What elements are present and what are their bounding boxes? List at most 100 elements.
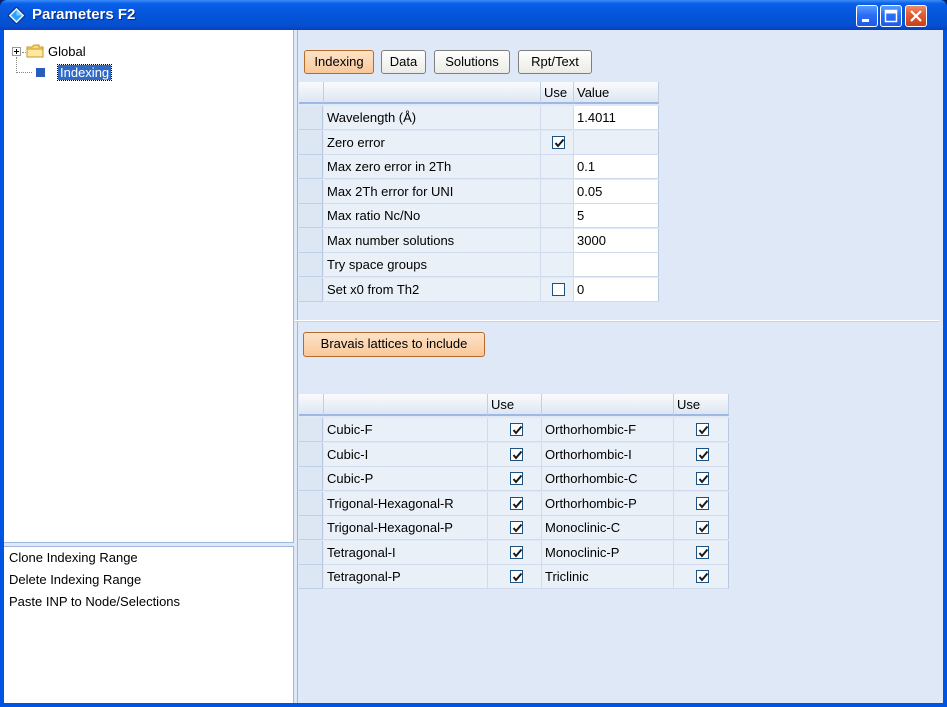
- maximize-button[interactable]: [880, 5, 902, 27]
- tree-item-global[interactable]: Global: [48, 44, 86, 59]
- lattice-use-checkbox[interactable]: [696, 570, 709, 583]
- row-header[interactable]: [299, 253, 323, 277]
- row-header[interactable]: [299, 277, 323, 302]
- grid-corner-header: [299, 394, 324, 416]
- checkmark-icon: [698, 425, 709, 435]
- lattice-use-cell: [488, 516, 542, 540]
- lattice-use-cell: [488, 418, 542, 442]
- bravais-lattices-button[interactable]: Bravais lattices to include: [303, 332, 485, 357]
- lattice-use-checkbox[interactable]: [696, 545, 709, 559]
- row-header[interactable]: [299, 565, 323, 589]
- checkmark-icon: [512, 572, 523, 582]
- lattice-label: Cubic-I: [324, 442, 488, 467]
- checkmark-icon: [512, 523, 523, 533]
- param-label: Max ratio Nc/No: [324, 204, 541, 228]
- param-label: Max zero error in 2Th: [324, 155, 541, 179]
- tab-indexing[interactable]: Indexing: [304, 50, 374, 74]
- param-use-cell: [541, 155, 574, 179]
- lattice-use-checkbox[interactable]: [696, 472, 709, 485]
- tree-item-indexing[interactable]: Indexing: [56, 64, 113, 81]
- row-header[interactable]: [299, 540, 323, 565]
- lattice-label: Monoclinic-P: [542, 540, 674, 565]
- lattice-label: Orthorhombic-F: [542, 418, 674, 442]
- lattice-use-cell: [674, 540, 729, 565]
- minimize-icon: [862, 19, 869, 22]
- lattice-use-cell: [674, 491, 729, 516]
- row-header[interactable]: [299, 516, 323, 540]
- lattice-use-checkbox[interactable]: [510, 447, 523, 461]
- row-header[interactable]: [299, 467, 323, 491]
- lattice-label: Trigonal-Hexagonal-R: [324, 491, 488, 516]
- row-header[interactable]: [299, 106, 323, 130]
- param-value-input[interactable]: 5: [574, 204, 659, 228]
- tab-data[interactable]: Data: [381, 50, 426, 74]
- lattice-use-cell: [674, 442, 729, 467]
- delete-indexing-range-action[interactable]: Delete Indexing Range: [9, 572, 141, 587]
- param-value-input[interactable]: 0.05: [574, 179, 659, 204]
- row-header[interactable]: [299, 130, 323, 155]
- close-button[interactable]: [905, 5, 927, 27]
- app-diamond-icon: [8, 7, 25, 24]
- lattice-use-checkbox[interactable]: [696, 447, 709, 461]
- minimize-button[interactable]: [856, 5, 878, 27]
- lattice-use-checkbox[interactable]: [510, 570, 523, 583]
- param-value-input[interactable]: 3000: [574, 228, 659, 253]
- param-label: Max 2Th error for UNI: [324, 179, 541, 204]
- lattice-label: Triclinic: [542, 565, 674, 589]
- param-label: Wavelength (Å): [324, 106, 541, 130]
- lattice-use-checkbox[interactable]: [510, 496, 523, 510]
- checkmark-icon: [512, 548, 523, 558]
- checkmark-icon: [698, 548, 709, 558]
- tree-connector: [16, 72, 32, 73]
- row-header[interactable]: [299, 155, 323, 179]
- lattice-use-cell: [674, 418, 729, 442]
- lattice-label: Tetragonal-P: [324, 565, 488, 589]
- use-checkbox-checked[interactable]: [552, 135, 565, 149]
- lattice-use-cell: [674, 467, 729, 491]
- tree-expand-icon[interactable]: [12, 47, 21, 56]
- title-bar[interactable]: Parameters F2: [0, 0, 947, 30]
- lattice-use-checkbox[interactable]: [510, 545, 523, 559]
- param-value-input[interactable]: 0: [574, 277, 659, 302]
- left-use-column-header: Use: [488, 394, 542, 416]
- param-value-input[interactable]: [574, 253, 659, 277]
- param-value-input[interactable]: [574, 130, 659, 155]
- row-header[interactable]: [299, 491, 323, 516]
- param-use-cell: [541, 179, 574, 204]
- use-column-header: Use: [541, 82, 574, 104]
- close-icon: [910, 10, 922, 22]
- lattice-use-cell: [674, 565, 729, 589]
- param-value-input[interactable]: 1.4011: [574, 106, 659, 130]
- tab-rpt-text[interactable]: Rpt/Text: [518, 50, 592, 74]
- param-label: Try space groups: [324, 253, 541, 277]
- row-header[interactable]: [299, 204, 323, 228]
- lattice-label: Monoclinic-C: [542, 516, 674, 540]
- action-list: Clone Indexing Range Delete Indexing Ran…: [4, 547, 294, 703]
- row-header[interactable]: [299, 442, 323, 467]
- use-checkbox[interactable]: [552, 282, 565, 296]
- paste-inp-action[interactable]: Paste INP to Node/Selections: [9, 594, 180, 609]
- lattice-use-checkbox[interactable]: [510, 521, 523, 534]
- tree-view[interactable]: Global Indexing: [4, 30, 294, 542]
- lattice-use-cell: [488, 491, 542, 516]
- lattice-use-cell: [674, 516, 729, 540]
- folder-icon: [26, 44, 44, 58]
- vertical-splitter[interactable]: [294, 30, 298, 703]
- param-value-input[interactable]: 0.1: [574, 155, 659, 179]
- lattice-use-checkbox[interactable]: [696, 423, 709, 436]
- row-header[interactable]: [299, 179, 323, 204]
- lattice-label: Orthorhombic-P: [542, 491, 674, 516]
- tab-solutions[interactable]: Solutions: [434, 50, 510, 74]
- value-column-header: Value: [574, 82, 659, 104]
- clone-indexing-range-action[interactable]: Clone Indexing Range: [9, 550, 138, 565]
- param-use-cell: [541, 228, 574, 253]
- indexing-node-icon: [36, 68, 45, 77]
- checkmark-icon: [512, 425, 523, 435]
- tree-connector: [16, 57, 17, 73]
- lattice-use-checkbox[interactable]: [696, 496, 709, 510]
- lattice-use-checkbox[interactable]: [696, 521, 709, 534]
- row-header[interactable]: [299, 228, 323, 253]
- row-header[interactable]: [299, 418, 323, 442]
- lattice-use-checkbox[interactable]: [510, 472, 523, 485]
- lattice-use-checkbox[interactable]: [510, 423, 523, 436]
